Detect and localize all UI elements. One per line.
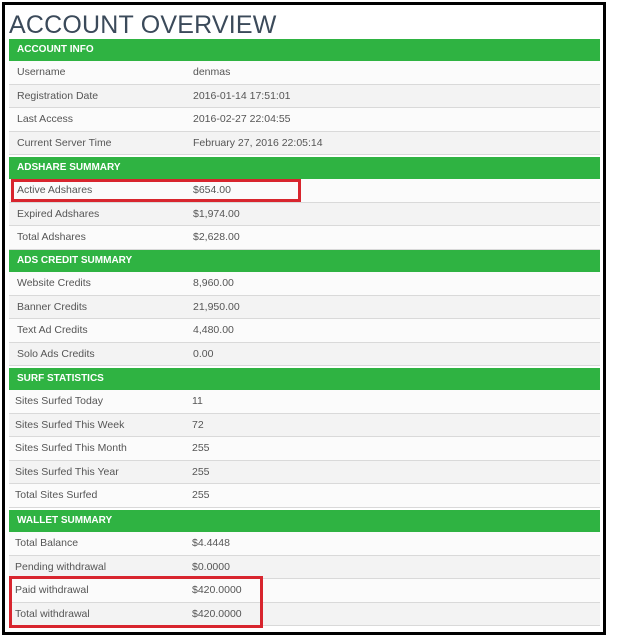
page-title: ACCOUNT OVERVIEW	[9, 11, 277, 39]
row-value: 255	[192, 489, 210, 501]
table-row: Sites Surfed Today 11	[9, 390, 600, 414]
surf-statistics-section: SURF STATISTICS Sites Surfed Today 11 Sit…	[9, 368, 600, 508]
table-row: Solo Ads Credits 0.00	[9, 342, 600, 366]
row-value: 21,950.00	[193, 300, 240, 313]
row-label: Sites Surfed Today	[15, 395, 103, 407]
row-label: Total Balance	[15, 537, 79, 549]
account-info-heading: ACCOUNT INFO	[9, 39, 600, 61]
ads-credit-summary-section: ADS CREDIT SUMMARY Website Credits 8,960.…	[9, 250, 600, 366]
row-label: Username	[17, 66, 66, 78]
row-value: 2016-01-14 17:51:01	[193, 89, 291, 102]
row-value: $2,628.00	[193, 231, 240, 243]
table-row: Registration Date 2016-01-14 17:51:01	[9, 84, 600, 108]
table-row: Expired Adshares $1,974.00	[9, 202, 600, 226]
row-label: Current Server Time	[17, 136, 112, 149]
row-value: denmas	[193, 66, 231, 78]
row-label: Sites Surfed This Week	[15, 418, 125, 431]
row-label: Total Sites Surfed	[15, 489, 98, 501]
row-label: Website Credits	[17, 277, 91, 289]
row-label: Sites Surfed This Month	[15, 442, 127, 454]
row-value: 8,960.00	[193, 277, 234, 289]
table-row: Text Ad Credits 4,480.00	[9, 319, 600, 343]
ads-credit-summary-heading: ADS CREDIT SUMMARY	[9, 250, 600, 272]
row-value: 255	[192, 442, 210, 454]
table-row: Sites Surfed This Week 72	[9, 413, 600, 437]
row-value: $4.4448	[192, 537, 230, 549]
table-row: Sites Surfed This Year 255	[9, 460, 600, 484]
row-label: Expired Adshares	[17, 207, 100, 220]
adshare-summary-section: ADSHARE SUMMARY Active Adshares $654.00 E…	[9, 157, 600, 250]
table-row: Total Sites Surfed 255	[9, 484, 600, 508]
withdrawal-highlight	[9, 576, 263, 628]
row-value: 0.00	[193, 347, 214, 360]
row-label: Total Adshares	[17, 231, 86, 243]
table-row: Username denmas	[9, 61, 600, 85]
account-info-section: ACCOUNT INFO Username denmas Registration…	[9, 39, 600, 155]
row-value: 4,480.00	[193, 324, 234, 336]
table-row: Banner Credits 21,950.00	[9, 295, 600, 319]
row-value: 255	[192, 465, 210, 478]
table-row: Website Credits 8,960.00	[9, 272, 600, 296]
active-adshares-highlight	[11, 179, 301, 202]
row-label: Solo Ads Credits	[17, 347, 95, 360]
row-label: Registration Date	[17, 89, 99, 102]
table-row: Current Server Time February 27, 2016 22:…	[9, 131, 600, 155]
row-label: Sites Surfed This Year	[15, 465, 119, 478]
surf-statistics-heading: SURF STATISTICS	[9, 368, 600, 390]
row-value: $1,974.00	[193, 207, 240, 220]
wallet-summary-heading: WALLET SUMMARY	[9, 510, 600, 532]
table-row: Total Adshares $2,628.00	[9, 226, 600, 250]
adshare-summary-heading: ADSHARE SUMMARY	[9, 157, 600, 179]
row-label: Last Access	[17, 113, 74, 125]
row-label: Banner Credits	[17, 300, 88, 313]
row-value: 11	[192, 395, 203, 407]
row-value: February 27, 2016 22:05:14	[193, 136, 323, 149]
table-row: Sites Surfed This Month 255	[9, 437, 600, 461]
row-value: 72	[192, 418, 204, 431]
table-row: Total Balance $4.4448	[9, 532, 600, 556]
row-value: 2016-02-27 22:04:55	[193, 113, 291, 125]
table-row: Last Access 2016-02-27 22:04:55	[9, 108, 600, 132]
row-label: Text Ad Credits	[17, 324, 88, 336]
